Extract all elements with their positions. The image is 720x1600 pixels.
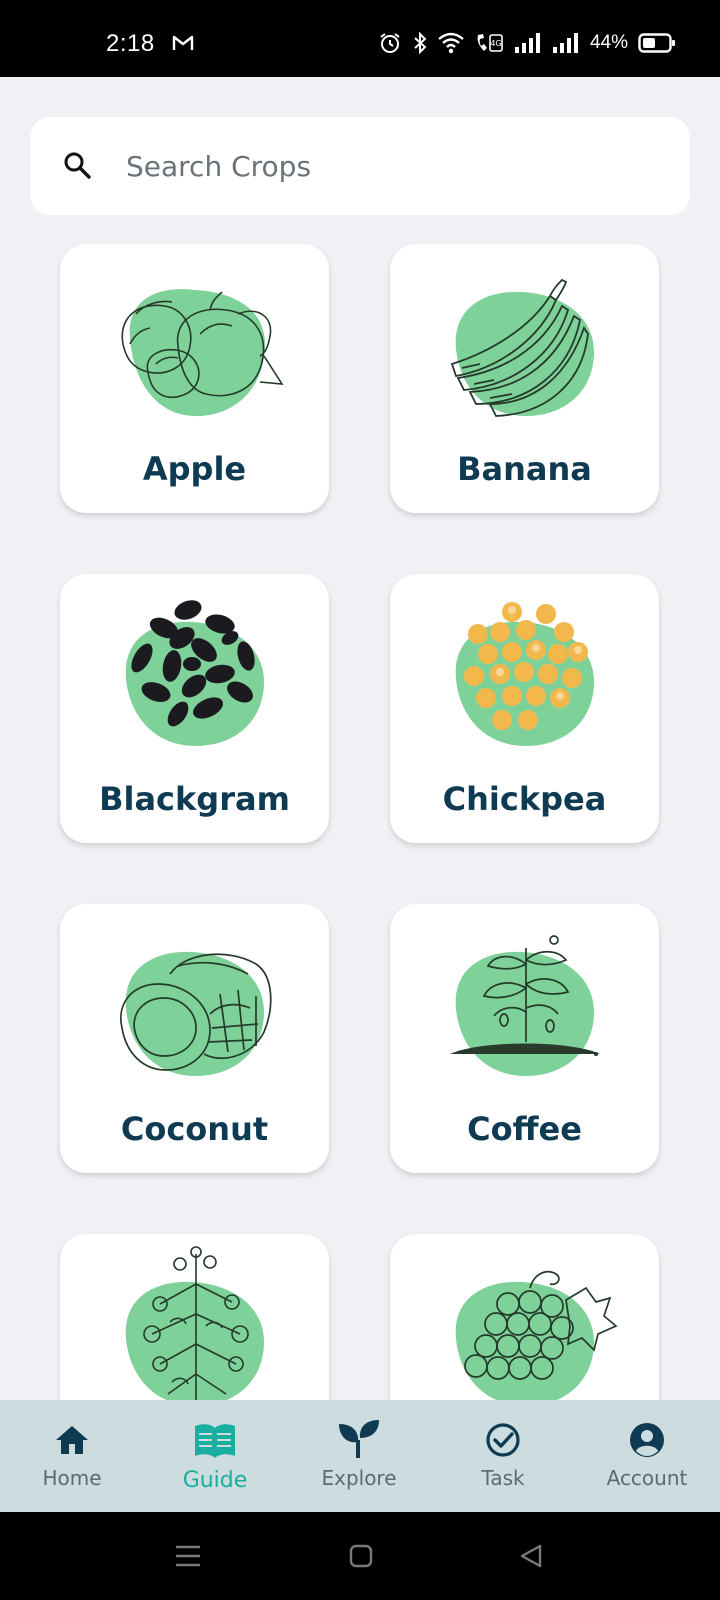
check-circle-icon	[486, 1423, 520, 1457]
crop-name: Blackgram	[99, 780, 290, 818]
nav-label: Explore	[321, 1466, 397, 1490]
home-icon	[56, 1426, 88, 1454]
crop-name: Apple	[142, 450, 247, 488]
status-bar: 2:18 4G 44%	[0, 0, 720, 77]
back-icon[interactable]	[518, 1542, 544, 1570]
battery-icon	[638, 33, 675, 53]
nav-explore[interactable]: Explore	[299, 1400, 419, 1512]
svg-text:4G: 4G	[490, 39, 501, 48]
status-time: 2:18	[106, 30, 155, 57]
system-nav-bar	[0, 1512, 720, 1600]
alarm-icon	[380, 33, 400, 53]
signal-1-icon	[514, 33, 540, 53]
account-circle-icon	[630, 1423, 664, 1457]
home-square-icon[interactable]	[348, 1542, 374, 1570]
crop-card-coconut[interactable]: Coconut	[60, 904, 329, 1173]
gmail-icon	[172, 35, 194, 50]
nav-account[interactable]: Account	[587, 1400, 707, 1512]
nav-label: Guide	[182, 1468, 248, 1493]
nav-home[interactable]: Home	[12, 1400, 132, 1512]
status-icons: 4G 44%	[378, 28, 676, 58]
apple-illustration	[121, 289, 284, 417]
crop-name: Coconut	[120, 1110, 269, 1148]
signal-2-icon	[552, 33, 578, 53]
battery-percent: 44%	[589, 32, 628, 53]
search-input[interactable]	[126, 141, 646, 191]
nav-label: Account	[606, 1466, 688, 1490]
wifi-icon	[438, 32, 464, 54]
chickpea-illustration	[455, 602, 594, 746]
crop-name: Banana	[457, 450, 592, 488]
app-root: 2:18 4G 44% Search Crops Apple Banana Bl…	[0, 0, 720, 1600]
crop-name: Chickpea	[442, 780, 607, 818]
volte-icon: 4G	[477, 34, 503, 52]
crop-card-chickpea[interactable]: Chickpea	[390, 574, 659, 843]
sprout-icon	[339, 1420, 379, 1458]
crop-card-blackgram[interactable]: Blackgram	[60, 574, 329, 843]
nav-guide[interactable]: Guide	[155, 1400, 275, 1512]
crop-card-banana[interactable]: Banana	[390, 244, 659, 513]
banana-illustration	[450, 278, 594, 417]
bottom-nav: Home Guide Explore Task Account	[0, 1400, 720, 1512]
nav-label: Task	[481, 1466, 525, 1490]
menu-icon[interactable]	[174, 1542, 202, 1570]
nav-label: Home	[42, 1466, 102, 1490]
search-icon	[64, 152, 91, 179]
book-icon	[195, 1424, 235, 1458]
search-bar[interactable]	[30, 117, 690, 215]
crop-card-apple[interactable]: Apple	[60, 244, 329, 513]
blackgram-illustration	[125, 600, 264, 746]
coffee-illustration	[450, 935, 600, 1076]
bluetooth-icon	[414, 31, 427, 55]
coconut-illustration	[120, 951, 272, 1076]
nav-task[interactable]: Task	[443, 1400, 563, 1512]
crop-card-coffee[interactable]: Coffee	[390, 904, 659, 1173]
crop-name: Coffee	[467, 1110, 582, 1148]
